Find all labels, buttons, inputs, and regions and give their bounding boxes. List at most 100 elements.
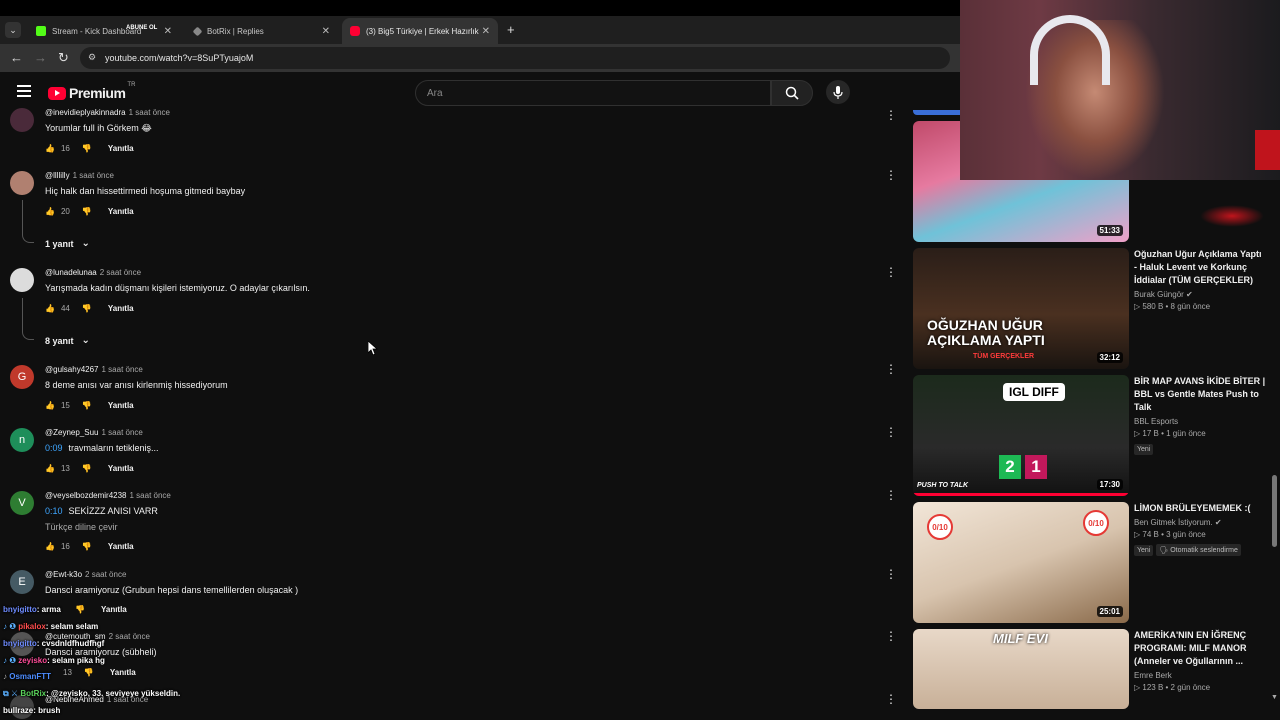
comment-text: 0:09 travmaların tetikleniş... — [45, 443, 159, 453]
youtube-icon — [350, 26, 360, 36]
video-thumbnail[interactable]: OĞUZHAN UĞUR AÇIKLAMA YAPTI TÜM GERÇEKLE… — [913, 248, 1129, 369]
more-options-icon[interactable]: ⋮ — [885, 362, 897, 376]
back-icon[interactable]: ← — [10, 50, 23, 65]
like-count: 20 — [60, 207, 70, 216]
chat-message: ♪ ❶ zeyisko: selam pika hg — [3, 656, 105, 665]
video-title[interactable]: BİR MAP AVANS İKİDE BİTER | BBL vs Gentl… — [1134, 375, 1266, 414]
scrollbar-thumb[interactable] — [1272, 475, 1277, 547]
video-info[interactable]: BİR MAP AVANS İKİDE BİTER | BBL vs Gentl… — [1134, 375, 1266, 456]
url-input[interactable]: ⚙ youtube.com/watch?v=8SuPTyuajoM — [80, 47, 950, 69]
like-icon[interactable]: 👍 — [45, 401, 55, 410]
video-timestamp-link[interactable]: 0:09 — [45, 443, 63, 453]
avatar[interactable] — [10, 171, 34, 195]
more-options-icon[interactable]: ⋮ — [885, 567, 897, 581]
channel-name[interactable]: Burak Güngör ✔ — [1134, 290, 1266, 299]
comment-author[interactable]: @Ewt-k3o 2 saat önce — [45, 570, 126, 579]
forward-icon[interactable]: → — [34, 50, 47, 65]
channel-name[interactable]: BBL Esports — [1134, 417, 1266, 426]
dislike-icon[interactable]: 👎 — [82, 464, 92, 473]
replies-toggle[interactable]: 1 yanıt ⌄ — [45, 238, 90, 249]
avatar[interactable]: V — [10, 491, 34, 515]
avatar[interactable]: G — [10, 365, 34, 389]
dislike-icon[interactable]: 👎 — [82, 542, 92, 551]
chat-text: : cvsdnldfhudfhgf — [36, 639, 105, 648]
comment-author[interactable]: @llllilly 1 saat önce — [45, 171, 114, 180]
close-tab-icon[interactable]: ✕ — [164, 26, 172, 37]
like-icon[interactable]: 👍 — [45, 144, 55, 153]
more-options-icon[interactable]: ⋮ — [885, 108, 897, 122]
voice-search-button[interactable] — [826, 80, 850, 104]
video-title[interactable]: LİMON BRÜLEYEMEMEK :( — [1134, 502, 1266, 515]
more-options-icon[interactable]: ⋮ — [885, 425, 897, 439]
video-thumbnail[interactable]: IGL DIFF 2 1 PUSH TO TALK 17:30 — [913, 375, 1129, 496]
reply-button[interactable]: Yanıtla — [110, 668, 136, 677]
more-options-icon[interactable]: ⋮ — [885, 629, 897, 643]
url-text: youtube.com/watch?v=8SuPTyuajoM — [105, 53, 254, 63]
search-input[interactable]: Ara — [415, 80, 771, 106]
more-options-icon[interactable]: ⋮ — [885, 265, 897, 279]
comment-author[interactable]: @veyselbozdemir4238 1 saat önce — [45, 491, 171, 500]
close-tab-icon[interactable]: ✕ — [482, 26, 490, 37]
avatar[interactable]: E — [10, 570, 34, 594]
thumbnail-subtitle: PUSH TO TALK — [917, 482, 969, 489]
chat-message: bnyigitto: arma — [3, 605, 61, 614]
like-icon[interactable]: 👎 — [75, 605, 85, 614]
like-icon[interactable]: 👍 — [45, 304, 55, 313]
channel-name[interactable]: Ben Gitmek İstiyorum. ✔ — [1134, 518, 1266, 527]
dislike-icon[interactable]: 👎 — [82, 144, 92, 153]
chat-user: bullraze — [3, 706, 34, 715]
reply-button[interactable]: Yanıtla — [108, 401, 134, 410]
replies-toggle[interactable]: 8 yanıt ⌄ — [45, 335, 90, 346]
comment-actions: 👍 13 👎 Yanıtla — [45, 464, 134, 473]
avatar[interactable] — [10, 108, 34, 132]
dislike-icon[interactable]: 👎 — [82, 304, 92, 313]
video-info[interactable]: LİMON BRÜLEYEMEMEK :( Ben Gitmek İstiyor… — [1134, 502, 1266, 557]
site-info-icon[interactable]: ⚙ — [88, 52, 96, 63]
channel-name[interactable]: Emre Berk — [1134, 671, 1266, 680]
reply-button[interactable]: Yanıtla — [101, 605, 127, 614]
comment-author[interactable]: @inevidieplyakinnadra 1 saat önce — [45, 108, 170, 117]
reply-button[interactable]: Yanıtla — [108, 144, 134, 153]
close-tab-icon[interactable]: ✕ — [322, 26, 330, 37]
tab-youtube[interactable]: (3) Big5 Türkiye | Erkek Hazırlık ✕ — [342, 18, 498, 44]
comment-author[interactable]: @Zeynep_Suu 1 saat önce — [45, 428, 143, 437]
like-icon[interactable]: 👍 — [45, 207, 55, 216]
chat-user: OsmanFTT — [9, 672, 52, 681]
more-options-icon[interactable]: ⋮ — [885, 488, 897, 502]
tab-kick-dashboard[interactable]: Stream - Kick Dashboard ABUNE OL ✕ — [28, 18, 180, 44]
new-tab-button[interactable]: + — [507, 22, 515, 37]
tab-list-button[interactable]: ⌄ — [5, 22, 21, 38]
reply-button[interactable]: Yanıtla — [108, 304, 134, 313]
menu-icon[interactable] — [17, 85, 31, 97]
video-timestamp-link[interactable]: 0:10 — [45, 506, 63, 516]
like-icon[interactable]: 👍 — [45, 464, 55, 473]
more-options-icon[interactable]: ⋮ — [885, 692, 897, 706]
dislike-icon[interactable]: 👎 — [82, 207, 92, 216]
youtube-logo[interactable]: Premium TR — [48, 82, 135, 101]
comment-author[interactable]: @gulsahy4267 1 saat önce — [45, 365, 143, 374]
reply-button[interactable]: Yanıtla — [108, 464, 134, 473]
reply-button[interactable]: Yanıtla — [108, 207, 134, 216]
video-thumbnail[interactable]: 0/10 0/10 25:01 — [913, 502, 1129, 623]
translate-link[interactable]: Türkçe diline çevir — [45, 522, 118, 532]
like-icon[interactable]: 👍 — [45, 542, 55, 551]
dislike-icon[interactable]: 👎 — [84, 668, 94, 677]
reply-button[interactable]: Yanıtla — [108, 542, 134, 551]
scroll-down-arrow[interactable]: ▼ — [1271, 694, 1278, 701]
video-info[interactable]: Oğuzhan Uğur Açıklama Yaptı - Haluk Leve… — [1134, 248, 1266, 311]
more-options-icon[interactable]: ⋮ — [885, 168, 897, 182]
video-thumbnail[interactable]: MILF EVI — [913, 629, 1129, 709]
thread-line — [22, 298, 34, 340]
comment-author[interactable]: @lunadelunaa 2 saat önce — [45, 268, 141, 277]
tab-botrix[interactable]: BotRix | Replies ✕ — [186, 18, 338, 44]
video-title[interactable]: Oğuzhan Uğur Açıklama Yaptı - Haluk Leve… — [1134, 248, 1266, 287]
avatar[interactable] — [10, 268, 34, 292]
dislike-icon[interactable]: 👎 — [82, 401, 92, 410]
video-duration: 25:01 — [1096, 606, 1123, 617]
search-button[interactable] — [771, 80, 813, 106]
video-info[interactable]: AMERİKA'NIN EN İĞRENÇ PROGRAMI: MILF MAN… — [1134, 629, 1266, 692]
avatar[interactable]: n — [10, 428, 34, 452]
video-title[interactable]: AMERİKA'NIN EN İĞRENÇ PROGRAMI: MILF MAN… — [1134, 629, 1266, 668]
reload-icon[interactable]: ↻ — [58, 50, 69, 66]
badge-icon: ♪ ❶ — [3, 622, 19, 631]
